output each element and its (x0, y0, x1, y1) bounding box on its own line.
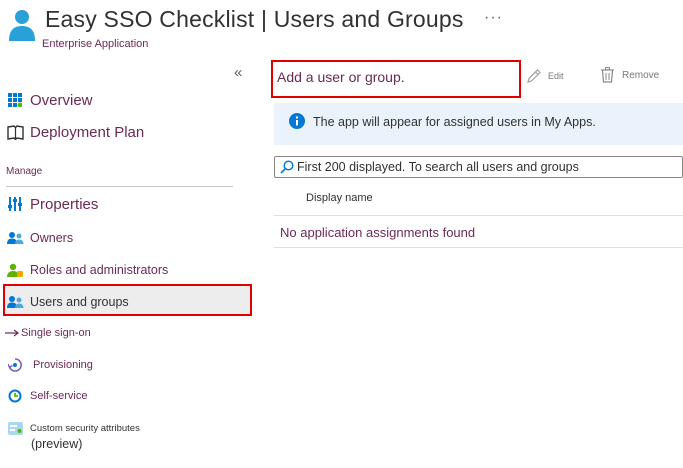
info-banner-text: The app will appear for assigned users i… (313, 115, 596, 129)
properties-icon (6, 195, 24, 213)
sidebar-item-label: Self-service (30, 390, 88, 402)
grid-icon (6, 91, 24, 109)
column-header-display-name[interactable]: Display name (306, 192, 373, 204)
sidebar-item-single-sign-on[interactable]: Single sign-on (5, 319, 91, 347)
sidebar-item-properties[interactable]: Properties (6, 190, 98, 218)
users-icon (6, 229, 24, 247)
table-header-divider (274, 215, 683, 216)
sidebar-item-label: Owners (30, 231, 74, 245)
page-subtitle: Enterprise Application (42, 38, 149, 50)
sidebar-item-label: Properties (30, 195, 99, 213)
search-icon (280, 160, 294, 174)
sidebar-item-label: Overview (30, 91, 93, 109)
sidebar-item-roles-and-administrators[interactable]: Roles and administrators (6, 256, 168, 284)
book-icon (6, 123, 24, 141)
users-icon (6, 293, 24, 311)
sidebar-item-overview[interactable]: Overview (6, 86, 93, 114)
enterprise-app-icon (8, 8, 36, 42)
edit-button[interactable]: Edit (526, 68, 564, 84)
edit-label: Edit (548, 71, 564, 81)
roles-icon (6, 261, 24, 279)
trash-icon (601, 67, 614, 83)
add-user-or-group-label: Add a user or group. (277, 69, 405, 85)
self-service-icon (6, 387, 24, 405)
info-icon (289, 113, 305, 129)
sidebar-item-deployment-plan[interactable]: Deployment Plan (6, 118, 144, 146)
table-row-divider (274, 247, 683, 248)
sidebar-item-self-service[interactable]: Self-service (6, 382, 87, 410)
empty-table-message: No application assignments found (280, 225, 476, 240)
remove-button[interactable]: Remove (601, 67, 659, 83)
sidebar-item-label: Single sign-on (21, 327, 91, 339)
sidebar-item-label: Provisioning (33, 359, 93, 371)
provisioning-icon (6, 356, 24, 374)
preview-label: (preview) (31, 437, 83, 451)
sidebar-item-label: Custom security attributes (30, 422, 140, 434)
collapse-sidebar-button[interactable]: « (234, 64, 242, 81)
remove-label: Remove (622, 69, 660, 81)
sidebar-item-owners[interactable]: Owners (6, 224, 73, 252)
sidebar-item-label: Users and groups (30, 295, 129, 309)
security-attributes-icon (6, 419, 24, 437)
search-input-text: First 200 displayed. To search all users… (297, 160, 579, 174)
more-options-button[interactable]: ··· (484, 9, 503, 27)
sidebar-item-users-and-groups[interactable]: Users and groups (6, 288, 129, 316)
page-title: Easy SSO Checklist | Users and Groups (45, 6, 464, 32)
arrow-right-icon (5, 324, 19, 342)
sidebar-item-provisioning[interactable]: Provisioning (6, 351, 93, 379)
sidebar-item-label: Roles and administrators (30, 263, 169, 277)
section-divider (6, 186, 233, 187)
pencil-icon (526, 68, 542, 84)
section-heading-manage: Manage (6, 166, 43, 177)
sidebar-item-label: Deployment Plan (30, 123, 145, 141)
